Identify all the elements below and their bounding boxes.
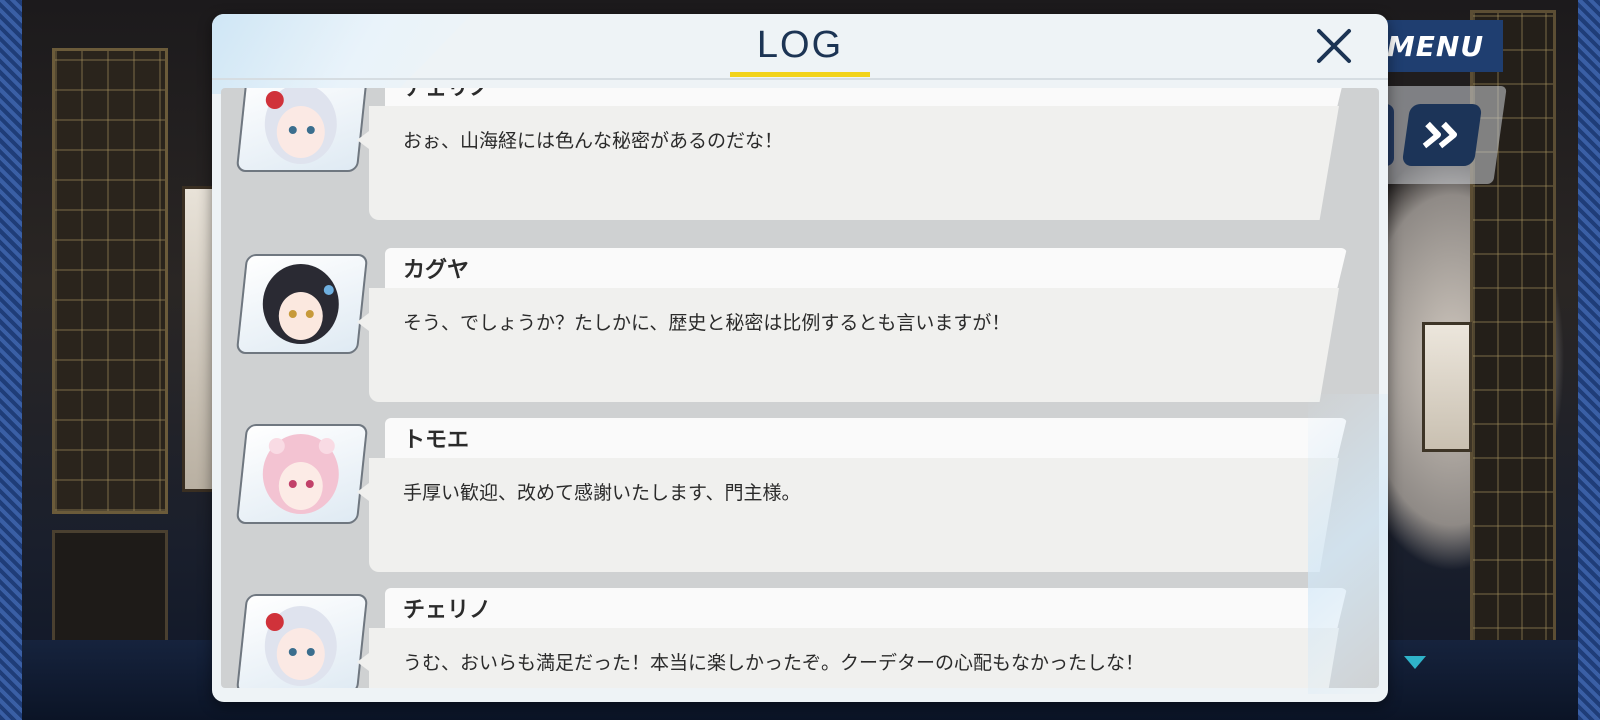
menu-button[interactable]: MENU (1368, 20, 1503, 72)
message-text: おぉ、山海経には色んな秘密があるのだな！ (403, 130, 784, 152)
skip-button[interactable] (1401, 104, 1483, 166)
tomoe-portrait (235, 424, 369, 524)
message-box (369, 288, 1339, 402)
speaker-name: カグヤ (403, 258, 470, 283)
close-button[interactable] (1312, 24, 1356, 68)
message-text: うむ、おいらも満足だった！本当に楽しかったぞ。クーデターの心配もなかったしな！ (403, 652, 1145, 674)
close-icon (1317, 29, 1351, 63)
triangle-down-icon (1404, 656, 1426, 669)
speaker-name-bar (385, 418, 1347, 458)
speaker-name-bar (385, 248, 1347, 288)
log-entry: トモエ 手厚い歓迎、改めて感謝いたします、門主様。 (221, 418, 1379, 578)
speech-pointer (357, 480, 373, 504)
left-border-stripe (0, 0, 22, 720)
message-box (369, 106, 1339, 220)
log-entry: カグヤ そう、でしょうか？たしかに、歴史と秘密は比例するとも言いますが！ (221, 248, 1379, 408)
message-text: そう、でしょうか？たしかに、歴史と秘密は比例するとも言いますが！ (403, 312, 1011, 334)
lattice-panel-left (52, 48, 168, 514)
log-dialog: LOG チェリノ おぉ、山海経には色んな秘密があるのだな！ カグヤ そう、でしょ… (212, 14, 1388, 702)
log-title: LOG (756, 24, 844, 66)
cherino-portrait (235, 88, 369, 172)
speech-pointer (357, 310, 373, 334)
log-entry: チェリノ うむ、おいらも満足だった！本当に楽しかったぞ。クーデターの心配もなかっ… (221, 588, 1379, 688)
log-scroll-area[interactable]: チェリノ おぉ、山海経には色んな秘密があるのだな！ カグヤ そう、でしょうか？た… (221, 88, 1379, 688)
wall-scroll-right (1422, 322, 1472, 452)
speaker-name: チェリノ (403, 598, 492, 623)
speaker-name-bar (385, 588, 1347, 628)
speech-pointer (357, 650, 373, 674)
menu-label: MENU (1386, 29, 1485, 63)
message-box (369, 458, 1339, 572)
log-header: LOG (212, 14, 1388, 80)
speaker-name: チェリノ (403, 88, 492, 101)
speech-pointer (357, 128, 373, 152)
message-text: 手厚い歓迎、改めて感謝いたします、門主様。 (403, 482, 801, 504)
speaker-name-bar (385, 88, 1347, 106)
title-underline (730, 72, 870, 77)
right-border-stripe (1578, 0, 1600, 720)
fast-forward-icon (1422, 121, 1458, 149)
kaguya-portrait (235, 254, 369, 354)
log-entry: チェリノ おぉ、山海経には色んな秘密があるのだな！ (221, 88, 1379, 226)
cherino-portrait (235, 594, 369, 688)
speaker-name: トモエ (403, 428, 470, 453)
